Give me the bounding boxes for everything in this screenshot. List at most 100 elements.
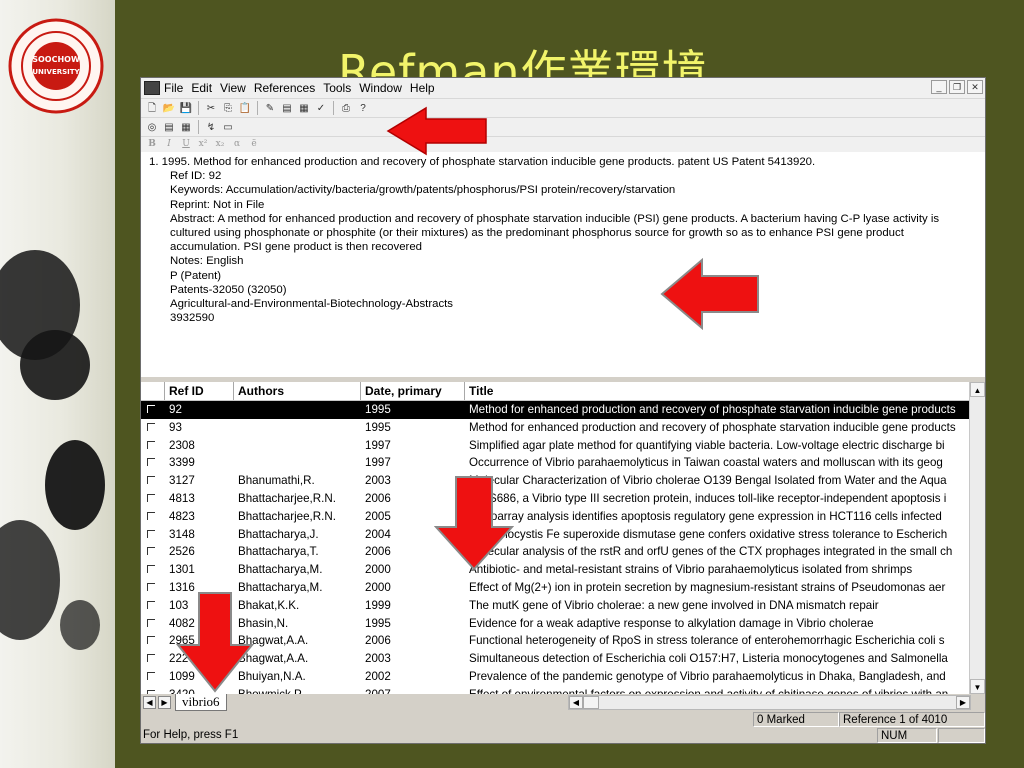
tab-next-icon[interactable]: ▶ (158, 696, 171, 709)
table-row[interactable]: 4823 Bhattacharjee,R.N. 2005 Microarray ana… (141, 508, 970, 526)
tab-vibrio6[interactable]: vibrio6 (175, 694, 227, 711)
checkbox-icon[interactable] (147, 440, 155, 449)
checkbox-icon[interactable] (147, 511, 155, 520)
header-authors[interactable]: Authors (234, 382, 361, 400)
table-row[interactable]: 2965 Bhagwat,A.A. 2006 Functional heterogen… (141, 632, 970, 650)
menu-edit[interactable]: Edit (191, 81, 218, 95)
row-checkbox[interactable] (141, 472, 165, 490)
open-icon[interactable]: 📂 (162, 102, 176, 115)
checkbox-icon[interactable] (147, 493, 155, 502)
scroll-down-icon[interactable]: ▼ (970, 679, 985, 694)
row-checkbox[interactable] (141, 419, 165, 437)
table-row[interactable]: 2227 Bhagwat,A.A. 2003 Simultaneous detecti… (141, 650, 970, 668)
table-row[interactable]: 2308 1997 Simplified agar plate method for… (141, 437, 970, 455)
show-list-icon[interactable]: ▤ (162, 121, 176, 134)
menu-view[interactable]: View (220, 81, 252, 95)
horizontal-scrollbar[interactable]: ◀ ▶ (568, 695, 971, 710)
show-grid-icon[interactable]: ▦ (179, 121, 193, 134)
checkbox-icon[interactable] (147, 654, 155, 663)
row-checkbox[interactable] (141, 526, 165, 544)
table-row[interactable]: 1316 Bhattacharya,M. 2000 Effect of Mg(2+) … (141, 579, 970, 597)
symbol-icon[interactable]: α (230, 138, 244, 151)
menu-references[interactable]: References (254, 81, 321, 95)
subscript-icon[interactable]: x₂ (213, 138, 227, 151)
minimize-button[interactable]: _ (931, 80, 947, 94)
row-checkbox[interactable] (141, 543, 165, 561)
row-checkbox[interactable] (141, 401, 165, 419)
table-row[interactable]: 1301 Bhattacharya,M. 2000 Antibiotic- and m… (141, 561, 970, 579)
row-checkbox[interactable] (141, 615, 165, 633)
menu-window[interactable]: Window (359, 81, 408, 95)
checkbox-icon[interactable] (147, 547, 155, 556)
scroll-right-icon[interactable]: ▶ (956, 696, 970, 709)
header-ref-id[interactable]: Ref ID (165, 382, 234, 400)
italic-icon[interactable]: I (162, 138, 176, 151)
cut-icon[interactable]: ✂ (204, 102, 218, 115)
copy-icon[interactable]: ⎘ (221, 102, 235, 115)
edit-reference-icon[interactable]: ✎ (263, 102, 277, 115)
references-icon[interactable]: ▦ (297, 102, 311, 115)
scroll-left-icon[interactable]: ◀ (569, 696, 583, 709)
table-row[interactable]: 92 1995 Method for enhanced production and… (141, 401, 970, 419)
superscript-icon[interactable]: x² (196, 138, 210, 151)
row-checkbox[interactable] (141, 437, 165, 455)
header-date[interactable]: Date, primary (361, 382, 465, 400)
row-checkbox[interactable] (141, 632, 165, 650)
checkbox-icon[interactable] (147, 529, 155, 538)
table-row[interactable]: 93 1995 Method for enhanced production and… (141, 419, 970, 437)
table-row[interactable]: 2526 Bhattacharya,T. 2006 Molecular analysi… (141, 543, 970, 561)
checkbox-icon[interactable] (147, 565, 155, 574)
row-checkbox[interactable] (141, 650, 165, 668)
table-row[interactable]: 3399 1997 Occurrence of Vibrio parahaemoly… (141, 454, 970, 472)
diacritic-icon[interactable]: ë (247, 138, 261, 151)
close-button[interactable]: ✕ (967, 80, 983, 94)
binoculars-icon[interactable]: ◎ (145, 121, 159, 134)
scroll-thumb[interactable] (583, 696, 599, 709)
checkbox-icon[interactable] (147, 405, 155, 413)
restore-button[interactable]: ❐ (949, 80, 965, 94)
checkbox-icon[interactable] (147, 600, 155, 609)
checkbox-icon[interactable] (147, 671, 155, 680)
insert-citation-icon[interactable]: ↯ (204, 121, 218, 134)
table-row[interactable]: 1099 Bhuiyan,N.A. 2002 Prevalence of the pa… (141, 668, 970, 686)
row-checkbox[interactable] (141, 454, 165, 472)
table-row[interactable]: 4082 Bhasin,N. 1995 Evidence for a weak ada… (141, 615, 970, 633)
header-check[interactable] (141, 382, 165, 400)
underline-icon[interactable]: U (179, 138, 193, 151)
row-checkbox[interactable] (141, 490, 165, 508)
vertical-scrollbar[interactable]: ▲ ▼ (969, 382, 985, 694)
menu-file[interactable]: File (164, 81, 189, 95)
notes-icon[interactable]: ▤ (280, 102, 294, 115)
table-row[interactable]: 3420Bhowmick,P.2007Effect of environment… (141, 686, 970, 694)
help-icon[interactable]: ? (356, 102, 370, 115)
checkbox-icon[interactable] (147, 422, 155, 431)
format-icon[interactable]: ▭ (221, 121, 235, 134)
tab-prev-icon[interactable]: ◀ (143, 696, 156, 709)
checkbox-icon[interactable] (147, 636, 155, 645)
checkbox-icon[interactable] (147, 458, 155, 467)
header-title[interactable]: Title (465, 382, 970, 400)
row-checkbox[interactable] (141, 508, 165, 526)
table-row[interactable]: 3127 Bhanumathi,R. 2003 Molecular Character… (141, 472, 970, 490)
row-checkbox[interactable] (141, 597, 165, 615)
row-checkbox[interactable] (141, 561, 165, 579)
checkbox-icon[interactable] (147, 476, 155, 485)
menu-tools[interactable]: Tools (323, 81, 357, 95)
menu-help[interactable]: Help (410, 81, 441, 95)
row-checkbox[interactable] (141, 668, 165, 686)
bold-icon[interactable]: B (145, 138, 159, 151)
new-icon[interactable]: 🗋 (145, 102, 159, 115)
paste-icon[interactable]: 📋 (238, 102, 252, 115)
checkbox-icon[interactable] (147, 582, 155, 591)
spellcheck-icon[interactable]: ✓ (314, 102, 328, 115)
row-checkbox[interactable] (141, 686, 165, 694)
reference-detail-pane[interactable]: 1. 1995. Method for enhanced production … (141, 152, 985, 377)
app-icon[interactable] (144, 81, 160, 95)
save-icon[interactable]: 💾 (179, 102, 193, 115)
checkbox-icon[interactable] (147, 618, 155, 627)
table-row[interactable]: 4813 Bhattacharjee,R.N. 2006 VopS686, a Vib… (141, 490, 970, 508)
table-row[interactable]: 3148 Bhattacharya,J. 2004 Synechocystis Fe … (141, 526, 970, 544)
print-icon[interactable]: ⎙ (339, 102, 353, 115)
scroll-up-icon[interactable]: ▲ (970, 382, 985, 397)
table-row[interactable]: 103 Bhakat,K.K. 1999 The mutK gene of Vibri… (141, 597, 970, 615)
